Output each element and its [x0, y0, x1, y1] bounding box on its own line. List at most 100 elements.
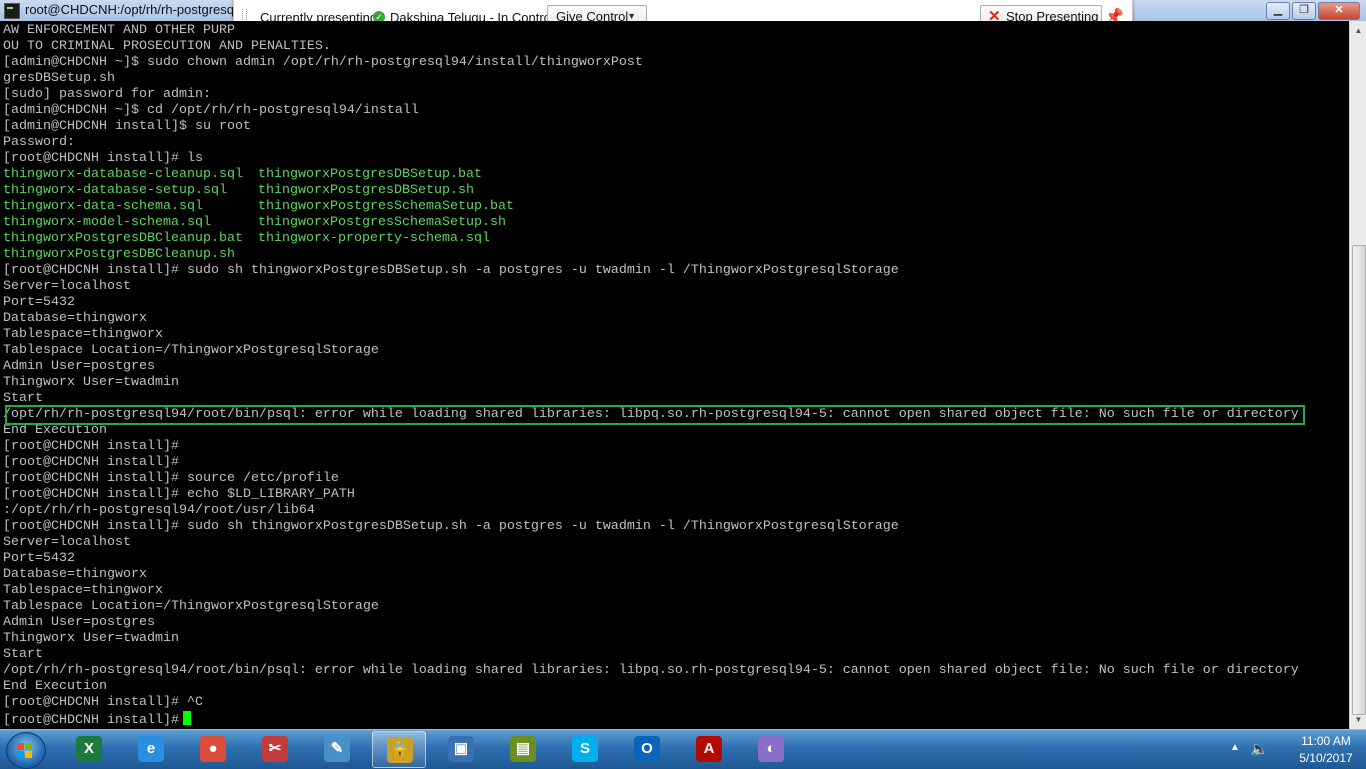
- terminal-line: OU TO CRIMINAL PROSECUTION AND PENALTIES…: [3, 39, 331, 54]
- outlook-icon: O: [634, 736, 660, 762]
- terminal-scrollbar[interactable]: ▲ ▼: [1349, 21, 1366, 729]
- terminal-cursor: [182, 711, 191, 725]
- terminal-line: Tablespace=thingworx: [3, 327, 163, 342]
- file-name: thingworxPostgresSchemaSetup.sh: [258, 215, 506, 230]
- terminal-lines: AW ENFORCEMENT AND OTHER PURP OU TO CRIMI…: [3, 23, 1299, 728]
- terminal-output[interactable]: AW ENFORCEMENT AND OTHER PURP OU TO CRIMI…: [0, 21, 1349, 729]
- excel-icon: X: [76, 736, 102, 762]
- paint-icon: ◐: [758, 736, 784, 762]
- terminal-line: [root@CHDCNH install]# ^C: [3, 695, 203, 710]
- file-name: thingworxPostgresDBCleanup.bat: [3, 231, 243, 246]
- terminal-line: [admin@CHDCNH ~]$ sudo chown admin /opt/…: [3, 55, 643, 70]
- file-name: thingworx-property-schema.sql: [258, 231, 490, 246]
- terminal-line: thingworxPostgresDBCleanup.bat thingworx-…: [3, 231, 1299, 247]
- remote-desktop-icon: ▣: [448, 736, 474, 762]
- file-name: thingworxPostgresDBCleanup.sh: [3, 247, 235, 262]
- terminal-app-icon: [4, 3, 20, 19]
- terminal-line: [root@CHDCNH install]#: [3, 455, 179, 470]
- window-controls: ▁ ❐ ✕: [1266, 2, 1360, 20]
- notepad-icon: ✎: [324, 736, 350, 762]
- terminal-line: Server=localhost: [3, 279, 131, 294]
- terminal-line: Tablespace Location=/ThingworxPostgresql…: [3, 599, 379, 614]
- terminal-line: thingworx-database-cleanup.sql thingworxP…: [3, 167, 1299, 183]
- terminal-line: Start: [3, 647, 43, 662]
- taskbar-excel[interactable]: X: [62, 731, 116, 768]
- terminal-line: [admin@CHDCNH install]$ su root: [3, 119, 251, 134]
- clock-date[interactable]: 5/10/2017: [1290, 751, 1362, 765]
- chrome-icon: ●: [200, 736, 226, 762]
- terminal-line: [admin@CHDCNH ~]$ cd /opt/rh/rh-postgres…: [3, 103, 419, 118]
- taskbar: Xe ● ✂ ✎ 🔒 ▣ ▤ S O A ◐ ▲ 🔈 11:00 AM 5/10/2017: [0, 729, 1366, 769]
- terminal-line: [root@CHDCNH install]# sudo sh thingworx…: [3, 519, 899, 534]
- terminal-line: thingworx-model-schema.sql thingworxPostg…: [3, 215, 1299, 231]
- terminal-line: Database=thingworx: [3, 567, 147, 582]
- scrollbar-thumb[interactable]: [1352, 245, 1366, 715]
- task-monitor-icon: ▤: [510, 736, 536, 762]
- terminal-line: [root@CHDCNH install]#: [3, 711, 1299, 728]
- terminal-line: End Execution: [3, 679, 107, 694]
- terminal-line: Thingworx User=twadmin: [3, 631, 179, 646]
- terminal-line: gresDBSetup.sh: [3, 71, 115, 86]
- terminal-line: Tablespace=thingworx: [3, 583, 163, 598]
- taskbar-notepad[interactable]: ✎: [310, 731, 364, 768]
- terminal-line: Tablespace Location=/ThingworxPostgresql…: [3, 343, 379, 358]
- clock-time[interactable]: 11:00 AM: [1290, 734, 1362, 748]
- taskbar-remote-desktop[interactable]: ▣: [434, 731, 488, 768]
- file-name: thingworx-database-setup.sql: [3, 183, 227, 198]
- error-highlight-box: [5, 405, 1305, 425]
- terminal-line: Admin User=postgres: [3, 615, 155, 630]
- speaker-icon[interactable]: 🔈: [1250, 740, 1269, 758]
- acrobat-icon: A: [696, 736, 722, 762]
- terminal-line: /opt/rh/rh-postgresql94/root/bin/psql: e…: [3, 663, 1299, 678]
- terminal-line: Password:: [3, 135, 75, 150]
- terminal-line: [root@CHDCNH install]# echo $LD_LIBRARY_…: [3, 487, 355, 502]
- taskbar-snipping-tool[interactable]: ✂: [248, 731, 302, 768]
- scroll-down-arrow-icon[interactable]: ▼: [1352, 712, 1365, 727]
- file-name: thingworx-data-schema.sql: [3, 199, 203, 214]
- terminal-line: Port=5432: [3, 551, 75, 566]
- file-name: thingworxPostgresSchemaSetup.bat: [258, 199, 514, 214]
- taskbar-acrobat[interactable]: A: [682, 731, 736, 768]
- terminal-line: Port=5432: [3, 295, 75, 310]
- minimize-button[interactable]: ▁: [1266, 2, 1290, 20]
- terminal-line: [sudo] password for admin:: [3, 87, 211, 102]
- system-tray: ▲ 🔈 11:00 AM 5/10/2017: [1226, 730, 1366, 769]
- chevron-down-icon: ▼: [627, 11, 636, 21]
- terminal-line: Thingworx User=twadmin: [3, 375, 179, 390]
- taskbar-chrome[interactable]: ●: [186, 731, 240, 768]
- terminal-line: [root@CHDCNH install]# sudo sh thingworx…: [3, 263, 899, 278]
- skype-icon: S: [572, 736, 598, 762]
- taskbar-paint[interactable]: ◐: [744, 731, 798, 768]
- terminal-line: :/opt/rh/rh-postgresql94/root/usr/lib64: [3, 503, 315, 518]
- terminal-line: [root@CHDCNH install]# ls: [3, 151, 203, 166]
- snipping-tool-icon: ✂: [262, 736, 288, 762]
- terminal-line: [root@CHDCNH install]# source /etc/profi…: [3, 471, 339, 486]
- taskbar-internet-explorer[interactable]: e: [124, 731, 178, 768]
- taskbar-skype[interactable]: S: [558, 731, 612, 768]
- terminal-line: AW ENFORCEMENT AND OTHER PURP: [3, 23, 235, 38]
- start-button[interactable]: [6, 732, 46, 769]
- terminal-line: End Execution: [3, 423, 107, 438]
- terminal-line: thingworx-database-setup.sql thingworxPos…: [3, 183, 1299, 199]
- taskbar-outlook[interactable]: O: [620, 731, 674, 768]
- terminal-line: Database=thingworx: [3, 311, 147, 326]
- file-name: thingworx-database-cleanup.sql: [3, 167, 243, 182]
- scroll-up-arrow-icon[interactable]: ▲: [1352, 23, 1365, 38]
- window-title: root@CHDCNH:/opt/rh/rh-postgresql9: [25, 2, 245, 17]
- security-lock-icon: 🔒: [387, 737, 413, 763]
- terminal-line: thingworxPostgresDBCleanup.sh: [3, 247, 1299, 263]
- terminal-line: thingworx-data-schema.sql thingworxPostgr…: [3, 199, 1299, 215]
- terminal-line: [root@CHDCNH install]#: [3, 439, 179, 454]
- windows-logo-icon: [17, 743, 33, 758]
- terminal-line: Admin User=postgres: [3, 359, 155, 374]
- file-name: thingworxPostgresDBSetup.bat: [258, 167, 482, 182]
- terminal-line: Server=localhost: [3, 535, 131, 550]
- show-hidden-icons-icon[interactable]: ▲: [1230, 742, 1240, 753]
- close-button[interactable]: ✕: [1318, 2, 1360, 20]
- file-name: thingworxPostgresDBSetup.sh: [258, 183, 474, 198]
- internet-explorer-icon: e: [138, 736, 164, 762]
- taskbar-task-monitor[interactable]: ▤: [496, 731, 550, 768]
- file-name: thingworx-model-schema.sql: [3, 215, 211, 230]
- taskbar-security-lock[interactable]: 🔒: [372, 731, 426, 768]
- restore-button[interactable]: ❐: [1292, 2, 1316, 20]
